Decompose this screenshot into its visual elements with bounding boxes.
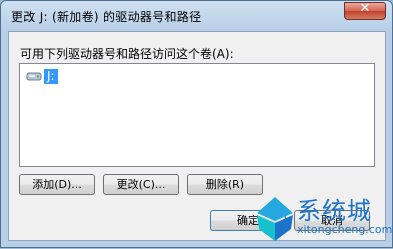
watermark-domain: xitongcheng.com bbox=[297, 223, 393, 236]
change-button[interactable]: 更改(C)... bbox=[103, 174, 179, 195]
list-label: 可用下列驱动器号和路径访问这个卷(A): bbox=[20, 47, 234, 61]
drive-icon bbox=[26, 70, 42, 82]
list-item-label: J: bbox=[44, 68, 58, 84]
close-icon: ✕ bbox=[359, 1, 371, 16]
paths-listbox[interactable]: J: bbox=[19, 63, 375, 167]
list-item[interactable]: J: bbox=[26, 68, 58, 84]
remove-button[interactable]: 删除(R) bbox=[187, 174, 263, 195]
watermark-logo-icon bbox=[257, 197, 293, 241]
dialog-window: 更改 J: (新加卷) 的驱动器号和路径 ✕ 可用下列驱动器号和路径访问这个卷(… bbox=[0, 0, 393, 248]
title-bar[interactable]: 更改 J: (新加卷) 的驱动器号和路径 ✕ bbox=[1, 1, 392, 31]
watermark: 系统城 xitongcheng.com bbox=[253, 191, 393, 249]
window-title: 更改 J: (新加卷) 的驱动器号和路径 bbox=[11, 10, 202, 24]
add-button[interactable]: 添加(D)... bbox=[19, 174, 95, 195]
watermark-brand: 系统城 bbox=[297, 197, 372, 225]
close-button[interactable]: ✕ bbox=[344, 1, 386, 20]
